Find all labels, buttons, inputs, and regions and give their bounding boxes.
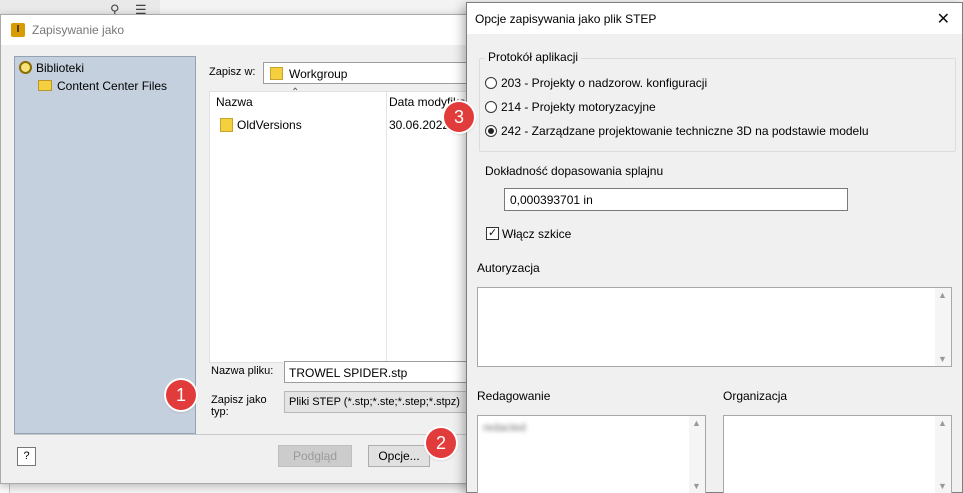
step-options-dialog: Opcje zapisywania jako plik STEP ✕ Proto… [466, 2, 963, 493]
save-in-label: Zapisz w: [209, 66, 256, 78]
separator [14, 434, 471, 435]
authorization-label: Autoryzacja [477, 261, 540, 275]
file-list[interactable]: ⌃ Nazwa Data modyfika OldVersions 30.06.… [209, 87, 471, 364]
save-as-dialog: I Zapisywanie jako Biblioteki Content Ce… [0, 14, 471, 484]
save-in-dropdown[interactable]: Workgroup [263, 62, 471, 84]
callout-2: 2 [426, 428, 456, 458]
filetype-label-line1: Zapisz jako [211, 394, 267, 406]
organization-textarea[interactable]: ▲ ▼ [723, 415, 952, 493]
sort-ascending-icon: ⌃ [291, 87, 300, 98]
protocol-label: 242 - Zarządzane projektowanie techniczn… [501, 124, 869, 138]
authorization-textarea[interactable]: ▲ ▼ [477, 287, 952, 367]
scrollbar[interactable]: ▲ ▼ [689, 416, 705, 493]
filetype-dropdown[interactable]: Pliki STEP (*.stp;*.ste;*.step;*.stpz) [284, 391, 471, 413]
protocol-label: 214 - Projekty motoryzacyjne [501, 100, 656, 114]
scroll-up-icon[interactable]: ▲ [938, 418, 947, 428]
protocol-radio-214[interactable]: 214 - Projekty motoryzacyjne [485, 100, 656, 114]
scrollbar[interactable]: ▲ ▼ [935, 416, 951, 493]
scroll-up-icon[interactable]: ▲ [692, 418, 701, 428]
folder-icon [220, 118, 233, 132]
radio-indicator [485, 101, 497, 113]
folder-icon [38, 80, 52, 91]
step-dialog-title: Opcje zapisywania jako plik STEP [475, 12, 657, 26]
options-button[interactable]: Opcje... [368, 445, 430, 467]
callout-3: 3 [444, 102, 474, 132]
editing-value-redacted: redacted [483, 422, 526, 434]
close-icon[interactable]: ✕ [937, 9, 950, 29]
editing-textarea[interactable]: redacted ▲ ▼ [477, 415, 706, 493]
save-in-value: Workgroup [289, 67, 348, 81]
scroll-down-icon[interactable]: ▼ [938, 481, 947, 491]
spline-accuracy-label: Dokładność dopasowania splajnu [485, 164, 664, 178]
callout-1: 1 [166, 380, 196, 410]
column-divider [386, 92, 387, 364]
protocol-radio-203[interactable]: 203 - Projekty o nadzorow. konfiguracji [485, 76, 707, 90]
editing-label: Redagowanie [477, 389, 551, 403]
include-sketches-checkbox[interactable]: Włącz szkice [486, 226, 572, 241]
radio-indicator [485, 77, 497, 89]
checkbox-checked-indicator [486, 226, 499, 240]
organization-label: Organizacja [723, 389, 788, 403]
scrollbar[interactable]: ▲ ▼ [935, 288, 951, 366]
column-header-name[interactable]: Nazwa [216, 95, 253, 109]
save-as-title: Zapisywanie jako [32, 23, 125, 37]
scroll-down-icon[interactable]: ▼ [692, 481, 701, 491]
protocol-radio-242[interactable]: 242 - Zarządzane projektowanie techniczn… [485, 124, 869, 138]
filename-label: Nazwa pliku: [211, 365, 274, 377]
library-root-item[interactable]: Biblioteki [19, 61, 84, 75]
filetype-label: Zapisz jako typ: [211, 394, 267, 418]
list-item[interactable]: OldVersions [220, 118, 302, 132]
library-icon [19, 61, 32, 74]
filetype-label-line2: typ: [211, 406, 229, 418]
preview-button[interactable]: Podgląd [278, 445, 352, 467]
protocol-label: 203 - Projekty o nadzorow. konfiguracji [501, 76, 708, 90]
filename-input[interactable]: TROWEL SPIDER.stp [284, 361, 471, 383]
scroll-down-icon[interactable]: ▼ [938, 354, 947, 364]
library-child-item[interactable]: Content Center Files [38, 79, 167, 93]
help-button[interactable]: ? [17, 447, 36, 466]
library-child-label: Content Center Files [57, 79, 168, 93]
scroll-up-icon[interactable]: ▲ [938, 290, 947, 300]
protocol-group-title: Protokół aplikacji [485, 50, 582, 64]
folder-icon [270, 67, 283, 80]
include-sketches-label: Włącz szkice [502, 227, 572, 241]
library-root-label: Biblioteki [36, 61, 85, 75]
inventor-app-icon: I [11, 23, 25, 37]
file-date: 30.06.2022 [389, 118, 450, 132]
library-pane[interactable]: Biblioteki Content Center Files [14, 56, 196, 434]
save-as-titlebar: I Zapisywanie jako [1, 15, 469, 45]
radio-indicator-selected [485, 125, 497, 137]
step-titlebar: Opcje zapisywania jako plik STEP ✕ [467, 3, 962, 34]
spline-accuracy-input[interactable]: 0,000393701 in [504, 188, 848, 211]
file-name: OldVersions [237, 118, 302, 132]
